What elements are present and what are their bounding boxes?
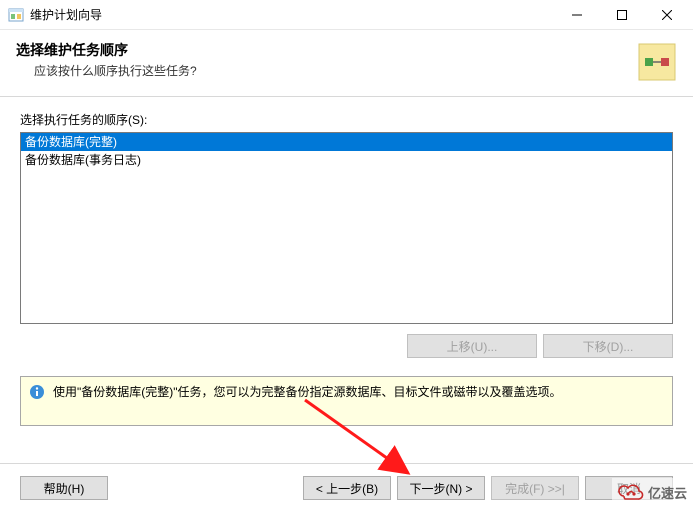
- task-order-listbox[interactable]: 备份数据库(完整) 备份数据库(事务日志): [20, 132, 673, 324]
- wizard-footer: 帮助(H) < 上一步(B) 下一步(N) > 完成(F) >>| 取消: [0, 463, 693, 512]
- titlebar: 维护计划向导: [0, 0, 693, 30]
- list-item[interactable]: 备份数据库(完整): [21, 133, 672, 151]
- watermark-logo-icon: [618, 482, 644, 502]
- move-up-button: 上移(U)...: [407, 334, 537, 358]
- watermark: 亿速云: [612, 478, 693, 506]
- page-subheading: 应该按什么顺序执行这些任务?: [16, 62, 627, 79]
- next-button[interactable]: 下一步(N) >: [397, 476, 485, 500]
- window-controls: [554, 0, 689, 29]
- window-title: 维护计划向导: [30, 6, 554, 23]
- finish-button: 完成(F) >>|: [491, 476, 579, 500]
- app-icon: [8, 7, 24, 23]
- minimize-button[interactable]: [554, 0, 599, 29]
- watermark-text: 亿速云: [648, 483, 687, 502]
- hint-text: 使用"备份数据库(完整)"任务，您可以为完整备份指定源数据库、目标文件或磁带以及…: [53, 383, 562, 400]
- maximize-button[interactable]: [599, 0, 644, 29]
- info-icon: [29, 384, 45, 403]
- close-button[interactable]: [644, 0, 689, 29]
- back-button[interactable]: < 上一步(B): [303, 476, 391, 500]
- wizard-header: 选择维护任务顺序 应该按什么顺序执行这些任务?: [0, 30, 693, 97]
- page-heading: 选择维护任务顺序: [16, 40, 627, 60]
- list-label: 选择执行任务的顺序(S):: [20, 111, 673, 128]
- list-item[interactable]: 备份数据库(事务日志): [21, 151, 672, 169]
- content-area: 选择执行任务的顺序(S): 备份数据库(完整) 备份数据库(事务日志) 上移(U…: [0, 97, 693, 358]
- help-button[interactable]: 帮助(H): [20, 476, 108, 500]
- move-down-button: 下移(D)...: [543, 334, 673, 358]
- hint-panel: 使用"备份数据库(完整)"任务，您可以为完整备份指定源数据库、目标文件或磁带以及…: [20, 376, 673, 426]
- wizard-graphic-icon: [635, 40, 679, 84]
